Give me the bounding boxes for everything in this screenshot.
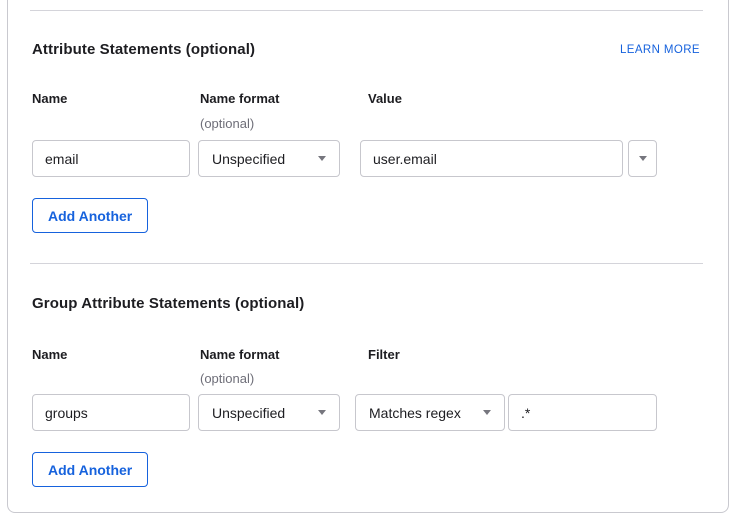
dropdown-caret-icon <box>318 410 326 415</box>
dropdown-caret-icon <box>483 410 491 415</box>
add-another-button[interactable]: Add Another <box>32 198 148 233</box>
column-sublabel-optional: (optional) <box>200 116 254 131</box>
selected-option-label: Unspecified <box>212 405 285 421</box>
dropdown-caret-icon <box>639 156 647 161</box>
group-filter-type-select[interactable]: Matches regex <box>355 394 505 431</box>
column-label-filter: Filter <box>368 347 400 362</box>
attribute-value-dropdown-button[interactable] <box>628 140 657 177</box>
selected-option-label: Unspecified <box>212 151 285 167</box>
panel-card <box>7 0 729 513</box>
column-label-name: Name <box>32 91 67 106</box>
section-divider <box>30 263 703 264</box>
attribute-name-input[interactable] <box>32 140 190 177</box>
section-title-group-attribute-statements: Group Attribute Statements (optional) <box>32 295 304 312</box>
column-label-value: Value <box>368 91 402 106</box>
add-another-button[interactable]: Add Another <box>32 452 148 487</box>
group-filter-value-input[interactable] <box>508 394 657 431</box>
attribute-value-input[interactable] <box>360 140 623 177</box>
column-sublabel-optional: (optional) <box>200 371 254 386</box>
column-label-name-format: Name format <box>200 91 279 106</box>
top-divider <box>30 10 703 11</box>
column-label-name: Name <box>32 347 67 362</box>
group-name-format-select[interactable]: Unspecified <box>198 394 340 431</box>
dropdown-caret-icon <box>318 156 326 161</box>
learn-more-link[interactable]: LEARN MORE <box>620 44 700 56</box>
group-name-input[interactable] <box>32 394 190 431</box>
attribute-name-format-select[interactable]: Unspecified <box>198 140 340 177</box>
selected-option-label: Matches regex <box>369 405 461 421</box>
section-title-attribute-statements: Attribute Statements (optional) <box>32 41 255 58</box>
column-label-name-format: Name format <box>200 347 279 362</box>
